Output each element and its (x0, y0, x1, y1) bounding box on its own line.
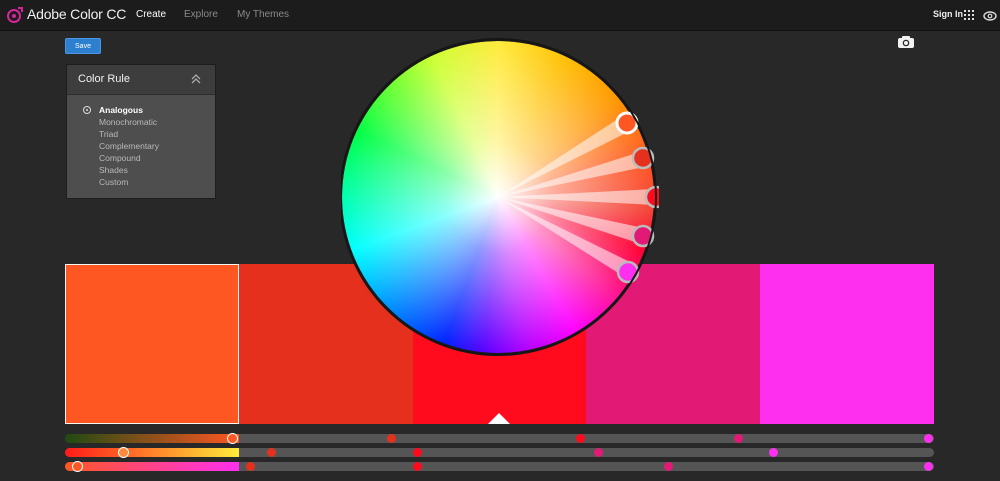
rule-option-compound[interactable]: Compound (83, 152, 159, 164)
color-rule-title: Color Rule (78, 73, 130, 85)
slider-dot[interactable] (413, 462, 422, 471)
wheel-handle-5[interactable] (616, 260, 640, 284)
rule-option-triad[interactable]: Triad (83, 128, 159, 140)
rule-option-custom[interactable]: Custom (83, 176, 159, 188)
rule-option-analogous[interactable]: Analogous (83, 104, 159, 116)
chevron-up-icon[interactable] (191, 74, 201, 84)
swatch-5[interactable] (760, 264, 934, 424)
rule-option-label: Complementary (99, 141, 159, 151)
slider-dot[interactable] (387, 434, 396, 443)
camera-icon[interactable] (897, 35, 915, 49)
color-rule-header[interactable]: Color Rule (67, 65, 215, 95)
apps-grid-icon[interactable] (964, 10, 974, 20)
color-rule-options: Analogous Monochromatic Triad Complement… (83, 104, 159, 188)
base-color-pointer-icon (488, 413, 510, 424)
slider-row-1[interactable] (65, 433, 934, 444)
slider-dot[interactable] (267, 448, 276, 457)
slider-dot[interactable] (924, 462, 933, 471)
rule-option-label: Analogous (99, 105, 143, 115)
rule-option-label: Custom (99, 177, 129, 187)
top-bar: Adobe Color CC Create Explore My Themes … (0, 0, 1000, 31)
slider-row-2[interactable] (65, 447, 934, 458)
save-button[interactable]: Save (65, 38, 101, 54)
color-wheel[interactable] (339, 38, 668, 358)
rule-option-label: Compound (99, 153, 141, 163)
rule-option-label: Triad (99, 129, 119, 139)
slider-handle-2[interactable] (118, 447, 129, 458)
sign-in-link[interactable]: Sign In (933, 9, 963, 19)
slider-dot[interactable] (924, 434, 933, 443)
tab-my-themes[interactable]: My Themes (237, 9, 289, 20)
radio-selected-icon (83, 106, 91, 114)
wheel-handle-3[interactable] (644, 185, 668, 209)
slider-dot[interactable] (576, 434, 585, 443)
rule-option-complementary[interactable]: Complementary (83, 140, 159, 152)
slider-dot[interactable] (413, 448, 422, 457)
slider-dot[interactable] (246, 462, 255, 471)
slider-fill-1 (65, 434, 239, 443)
adobe-color-logo-icon[interactable] (6, 6, 24, 24)
rule-option-label: Monochromatic (99, 117, 158, 127)
color-rule-panel: Color Rule Analogous Monochromatic Triad… (66, 64, 216, 199)
swatch-1[interactable] (65, 264, 239, 424)
rule-option-monochromatic[interactable]: Monochromatic (83, 116, 159, 128)
slider-dot[interactable] (734, 434, 743, 443)
rule-option-shades[interactable]: Shades (83, 164, 159, 176)
slider-fill-3 (65, 462, 239, 471)
slider-handle-3[interactable] (72, 461, 83, 472)
slider-dot[interactable] (594, 448, 603, 457)
slider-fill-2 (65, 448, 239, 457)
slider-row-3[interactable] (65, 461, 934, 472)
app-title[interactable]: Adobe Color CC (27, 6, 126, 22)
creative-cloud-icon[interactable] (983, 8, 997, 22)
slider-dot[interactable] (769, 448, 778, 457)
rule-option-label: Shades (99, 165, 128, 175)
slider-handle-1[interactable] (227, 433, 238, 444)
tab-create[interactable]: Create (136, 9, 166, 20)
slider-dot[interactable] (664, 462, 673, 471)
tab-explore[interactable]: Explore (184, 9, 218, 20)
